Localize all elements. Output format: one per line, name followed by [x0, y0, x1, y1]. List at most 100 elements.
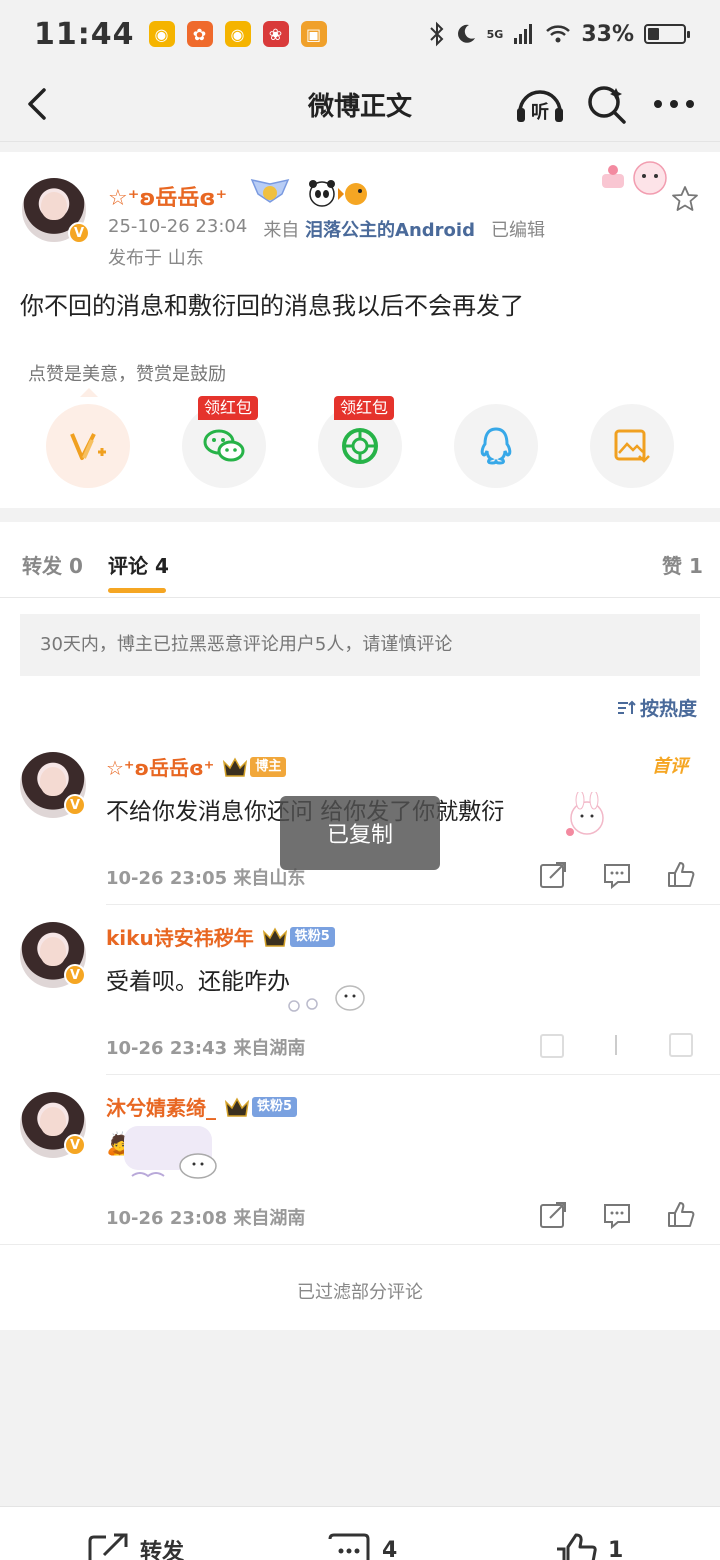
cute-sticker-decoration — [602, 161, 667, 195]
status-bar: 11:44 ◉ ✿ ◉ ❀ ▣ 5G 33% — [0, 0, 720, 68]
bottom-comment-count: 4 — [382, 1537, 398, 1560]
network-type: 5G — [486, 27, 504, 41]
comment-divider — [106, 1074, 720, 1075]
comment-item: V kiku诗安祎秽年 铁粉5 受着呗。还能咋办 10-26 23:43 来自湖… — [0, 922, 720, 1092]
tab-repost[interactable]: 转发 0 — [22, 550, 83, 579]
sort-label: 按热度 — [640, 698, 698, 720]
first-comment-badge: 首评 — [652, 756, 688, 777]
bunny-sticker-decoration — [566, 792, 604, 836]
like-icon[interactable] — [666, 1030, 696, 1060]
reply-icon[interactable] — [602, 1030, 632, 1060]
commenter-name[interactable]: kiku诗安祎秽年 — [106, 922, 254, 951]
comment-time: 10-26 23:43 来自湖南 — [106, 1038, 306, 1059]
battery-percent: 33% — [581, 21, 634, 47]
post-author-name[interactable]: ☆⁺ʚ岳岳ɞ⁺ — [108, 180, 227, 212]
search-icon[interactable] — [586, 84, 628, 126]
red-packet-tag-moments: 领红包 — [334, 396, 395, 420]
signal-icon — [514, 24, 533, 44]
commenter-row: kiku诗安祎秽年 铁粉5 — [106, 922, 335, 951]
tab-comment[interactable]: 评论 4 — [108, 550, 169, 579]
post-card: V ☆⁺ʚ岳岳ɞ⁺ 25-10-26 23:04 来自 泪落公主的Android… — [0, 152, 720, 508]
tip-pointer — [80, 388, 98, 397]
verified-badge: V — [64, 794, 86, 816]
reply-icon[interactable] — [602, 1200, 632, 1230]
share-row: 领红包 领红包 — [0, 396, 720, 488]
nav-bar: 微博正文 听 — [0, 68, 720, 142]
bluetooth-icon — [429, 21, 444, 47]
post-meta: 25-10-26 23:04 来自 泪落公主的Android 已编辑 — [108, 216, 545, 242]
notification-icons: ◉ ✿ ◉ ❀ ▣ — [148, 21, 327, 47]
comments-divider — [0, 1244, 720, 1245]
reward-tip: 点赞是美意，赞赏是鼓励 — [28, 364, 226, 385]
post-date: 25-10-26 23:04 — [108, 216, 248, 237]
comment-time: 10-26 23:05 来自山东 — [106, 868, 306, 889]
reply-icon[interactable] — [602, 860, 632, 890]
active-tab-indicator — [108, 588, 166, 593]
commenter-row: ☆⁺ʚ岳岳ɞ⁺ 博主 — [106, 752, 287, 781]
pufferfish-icon — [338, 183, 367, 205]
repost-icon — [88, 1533, 128, 1560]
bottom-repost-label: 转发 — [140, 1540, 185, 1560]
headphones-listen-icon[interactable]: 听 — [514, 82, 566, 126]
verified-badge: V — [68, 222, 90, 244]
gift-app-icon: ▣ — [300, 21, 327, 47]
sort-button[interactable]: 按热度 — [616, 694, 697, 721]
comment-item: V 沐兮婧素绮_ 铁粉5 🙇 10-26 23:08 来自湖南 — [0, 1092, 720, 1262]
post-location: 发布于 山东 — [108, 248, 204, 269]
commenter-name[interactable]: 沐兮婧素绮_ — [106, 1092, 216, 1121]
reward-button[interactable] — [46, 404, 130, 488]
bottom-comment-button[interactable]: 4 — [326, 1533, 397, 1560]
fan-tag: 铁粉5 — [289, 926, 335, 947]
bottom-repost-button[interactable]: 转发 — [86, 1533, 184, 1560]
taobao-app-icon: ✿ — [186, 21, 213, 47]
weibo-app-icon: ◉ — [148, 21, 175, 47]
post-source-link[interactable]: 泪落公主的Android — [305, 220, 475, 241]
tab-like[interactable]: 赞 1 — [662, 550, 703, 579]
comment-time: 10-26 23:08 来自湖南 — [106, 1208, 306, 1229]
cloud-sticker-decoration — [288, 985, 365, 1012]
share-qq-button[interactable] — [454, 404, 538, 488]
bottom-action-bar: 转发 4 1 — [0, 1506, 720, 1560]
battery-icon — [644, 24, 690, 44]
commenter-row: 沐兮婧素绮_ 铁粉5 — [106, 1092, 298, 1121]
post-edited-label[interactable]: 已编辑 — [491, 216, 545, 242]
like-icon[interactable] — [666, 1200, 696, 1230]
game-app-icon: ❀ — [262, 21, 289, 47]
crown-icon — [262, 926, 287, 947]
comment-divider — [106, 904, 720, 905]
crown-icon — [224, 1096, 250, 1117]
bottom-like-count: 1 — [608, 1537, 624, 1560]
save-image-button[interactable] — [590, 404, 674, 488]
comment-icon — [328, 1533, 370, 1560]
commenter-name[interactable]: ☆⁺ʚ岳岳ɞ⁺ — [106, 752, 214, 781]
comment-notice: 30天内，博主已拉黑恶意评论用户5人，请谨慎评论 — [20, 614, 700, 676]
favorite-star-icon[interactable] — [670, 184, 700, 214]
repost-icon[interactable] — [538, 860, 568, 890]
moon-icon — [457, 24, 475, 43]
verified-badge: V — [64, 1134, 86, 1156]
repost-icon[interactable] — [538, 1030, 568, 1060]
like-icon — [557, 1533, 597, 1560]
wechat-icon — [203, 429, 245, 462]
battery-fill — [648, 28, 659, 40]
image-download-icon — [614, 429, 650, 463]
wifi-icon — [546, 25, 571, 43]
filtered-comments-note[interactable]: 已过滤部分评论 — [0, 1278, 720, 1304]
author-tag: 博主 — [250, 756, 287, 777]
crown-icon — [223, 756, 248, 777]
v-plus-icon — [70, 433, 106, 460]
fan-tag: 铁粉5 — [252, 1096, 298, 1117]
red-packet-tag-wechat: 领红包 — [198, 396, 259, 420]
moments-icon — [342, 428, 378, 464]
bottom-like-button[interactable]: 1 — [554, 1533, 623, 1560]
sort-icon — [618, 700, 636, 714]
repost-icon[interactable] — [538, 1200, 568, 1230]
status-time: 11:44 — [34, 16, 135, 52]
more-options-icon[interactable] — [652, 92, 696, 116]
post-source-prefix: 来自 — [263, 220, 300, 241]
like-icon[interactable] — [666, 860, 696, 890]
comment-text: 受着呗。还能咋办 — [106, 969, 290, 995]
status-right: 5G 33% — [429, 21, 690, 47]
qq-icon — [480, 427, 512, 465]
listen-label: 听 — [531, 101, 549, 123]
